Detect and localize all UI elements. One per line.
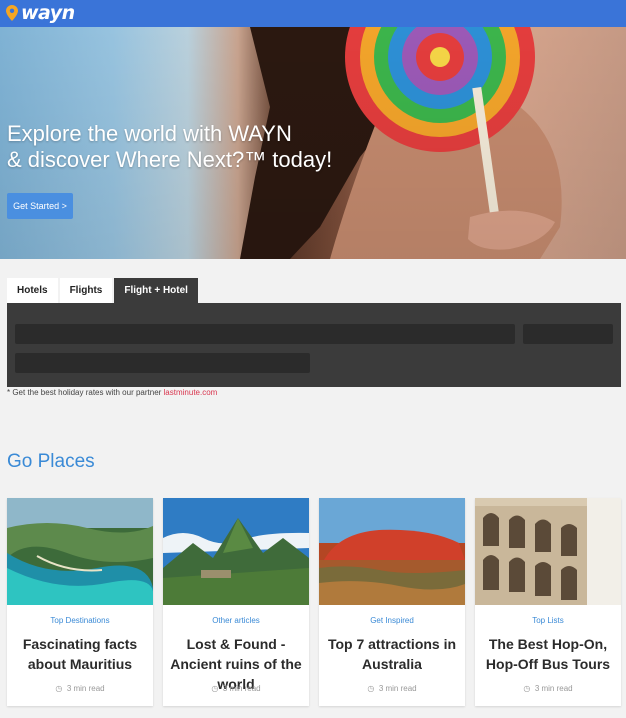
destination-field[interactable] (15, 324, 515, 344)
logo-text: wayn (21, 2, 75, 24)
wayn-logo[interactable]: wayn (6, 3, 75, 23)
article-card[interactable]: Top Lists The Best Hop-On, Hop-Off Bus T… (475, 498, 621, 706)
card-category[interactable]: Top Lists (475, 616, 621, 625)
clock-icon: ◷ (367, 684, 375, 693)
read-time: ◷ 3 min read (55, 684, 105, 693)
clock-icon: ◷ (55, 684, 63, 693)
uluru-rock-image (319, 498, 465, 605)
hero-title: Explore the world with WAYN & discover W… (7, 121, 333, 172)
card-category[interactable]: Top Destinations (7, 616, 153, 625)
tab-flight-hotel[interactable]: Flight + Hotel (114, 278, 198, 303)
mountain-ruins-image (163, 498, 309, 605)
card-title[interactable]: Top 7 attractions in Australia (325, 634, 459, 674)
clock-icon: ◷ (211, 684, 219, 693)
get-started-button[interactable]: Get Started > (7, 193, 73, 219)
tab-hotels[interactable]: Hotels (7, 278, 58, 303)
article-card[interactable]: Top Destinations Fascinating facts about… (7, 498, 153, 706)
tab-flights[interactable]: Flights (59, 278, 113, 303)
card-category[interactable]: Get Inspired (319, 616, 465, 625)
section-title: Go Places (7, 451, 95, 472)
read-time: ◷ 3 min read (367, 684, 417, 693)
top-bar: wayn (0, 0, 626, 27)
booking-tabs: Hotels Flights Flight + Hotel (7, 278, 198, 303)
card-category[interactable]: Other articles (163, 616, 309, 625)
colosseum-image (475, 498, 621, 605)
read-time: ◷ 3 min read (211, 684, 261, 693)
booking-panel (7, 303, 621, 387)
card-title[interactable]: Fascinating facts about Mauritius (13, 634, 147, 674)
clock-icon: ◷ (523, 684, 531, 693)
article-card[interactable]: Other articles Lost & Found - Ancient ru… (163, 498, 309, 706)
article-card[interactable]: Get Inspired Top 7 attractions in Austra… (319, 498, 465, 706)
card-title[interactable]: The Best Hop-On, Hop-Off Bus Tours (481, 634, 615, 674)
search-field[interactable] (523, 324, 613, 344)
mauritius-coast-image (7, 498, 153, 605)
location-pin-icon (6, 5, 18, 21)
read-time: ◷ 3 min read (523, 684, 573, 693)
partner-note: * Get the best holiday rates with our pa… (7, 388, 218, 397)
dates-field[interactable] (15, 353, 310, 373)
hero-banner: Explore the world with WAYN & discover W… (0, 27, 626, 259)
partner-link[interactable]: lastminute.com (164, 388, 218, 397)
